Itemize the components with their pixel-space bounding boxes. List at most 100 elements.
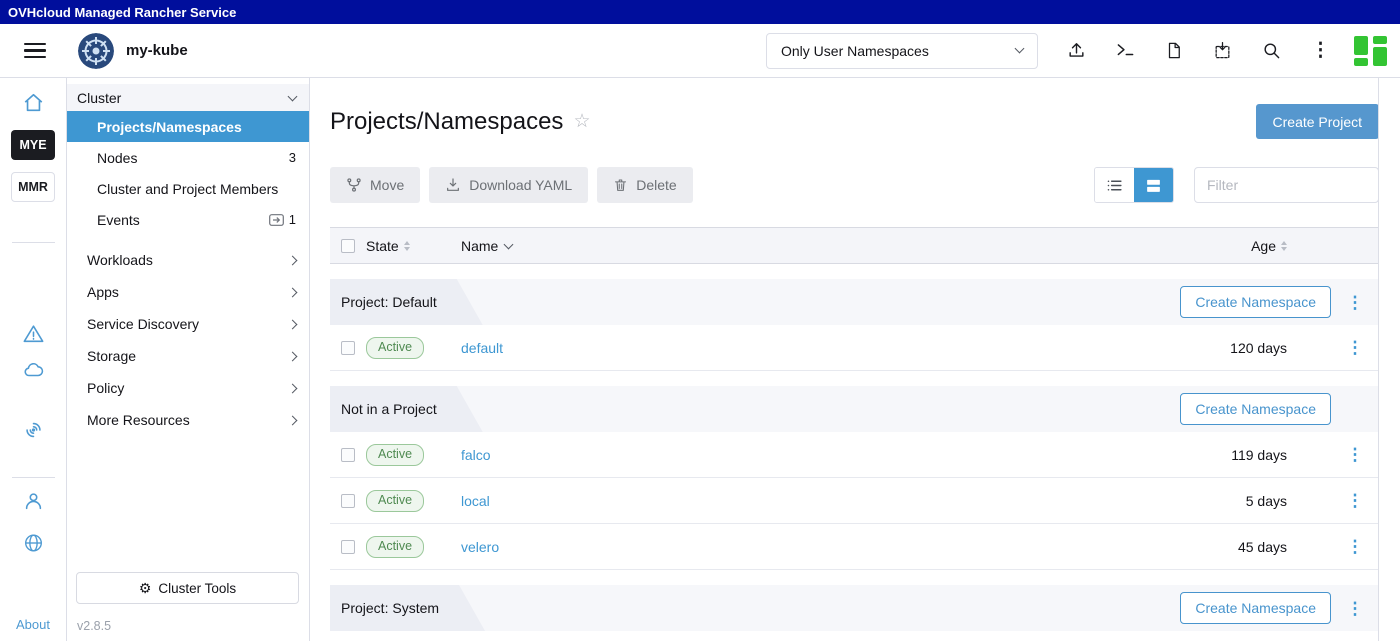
import-yaml-icon[interactable] (1213, 41, 1232, 60)
favorite-star-icon[interactable]: ☆ (573, 110, 590, 133)
home-icon[interactable] (22, 92, 45, 114)
sidebar-item-events[interactable]: Events 1 (67, 204, 309, 235)
group-row: Project: System Create Namespace ⋮ (330, 585, 1379, 631)
status-badge: Active (366, 444, 424, 466)
namespace-link[interactable]: local (461, 493, 490, 509)
cloud-icon[interactable] (22, 359, 45, 381)
file-icon[interactable] (1165, 41, 1183, 60)
group-kebab-menu-icon[interactable]: ⋮ (1347, 294, 1364, 311)
about-link[interactable]: About (0, 617, 66, 632)
header-kebab-menu-icon[interactable]: ⋮ (1311, 41, 1330, 60)
row-checkbox[interactable] (341, 341, 355, 355)
user-icon[interactable] (22, 490, 45, 512)
scrollbar-track[interactable] (1378, 78, 1379, 641)
cluster-shortcut-mmr[interactable]: MMR (11, 172, 55, 202)
sidebar-item-service-discovery[interactable]: Service Discovery (67, 308, 309, 340)
main-menu-icon[interactable] (24, 43, 46, 59)
namespace-link[interactable]: velero (461, 539, 499, 555)
filter-input[interactable] (1194, 167, 1379, 203)
table-header: State Name Age (330, 227, 1379, 264)
group-tab: Project: Default (330, 279, 483, 325)
create-namespace-button[interactable]: Create Namespace (1180, 286, 1331, 318)
chevron-right-icon (288, 415, 298, 425)
row-kebab-menu-icon[interactable]: ⋮ (1347, 538, 1364, 555)
search-icon[interactable] (1262, 41, 1281, 60)
cluster-tools-button[interactable]: ⚙ Cluster Tools (76, 572, 299, 604)
list-view-icon (1106, 177, 1123, 194)
alert-icon[interactable] (22, 323, 45, 345)
sidebar-item-nodes[interactable]: Nodes 3 (67, 142, 309, 173)
status-badge: Active (366, 490, 424, 512)
name-column-label: Name (461, 238, 498, 254)
table-group-default: Project: Default Create Namespace ⋮ Acti… (330, 279, 1379, 371)
group-kebab-menu-icon[interactable]: ⋮ (1347, 600, 1364, 617)
grouped-view-button[interactable] (1134, 168, 1173, 202)
sidebar-item-apps[interactable]: Apps (67, 276, 309, 308)
sort-icon (1281, 241, 1287, 251)
age-value: 119 days (1181, 447, 1331, 463)
status-badge: Active (366, 337, 424, 359)
sidebar-item-workloads[interactable]: Workloads (67, 244, 309, 276)
group-label: Project: System (341, 600, 439, 616)
table-row-velero[interactable]: Active velero 45 days ⋮ (330, 524, 1379, 570)
delete-button[interactable]: Delete (597, 167, 692, 203)
namespace-filter-select[interactable]: Only User Namespaces (766, 33, 1038, 69)
sidebar-item-cluster-project-members[interactable]: Cluster and Project Members (67, 173, 309, 204)
group-row: Not in a Project Create Namespace (330, 386, 1379, 432)
sort-icon (404, 241, 410, 251)
create-namespace-button[interactable]: Create Namespace (1180, 393, 1331, 425)
globe-icon[interactable] (22, 532, 45, 554)
row-checkbox[interactable] (341, 494, 355, 508)
table-row-default[interactable]: Active default 120 days ⋮ (330, 325, 1379, 371)
move-icon (346, 177, 362, 193)
sidebar-item-projects-namespaces[interactable]: Projects/Namespaces (67, 111, 309, 142)
delete-label: Delete (636, 177, 676, 193)
chevron-down-icon (288, 91, 298, 101)
upload-icon[interactable] (1067, 41, 1086, 60)
namespace-link[interactable]: falco (461, 447, 491, 463)
cluster-logo-icon (78, 33, 114, 69)
table-row-local[interactable]: Active local 5 days ⋮ (330, 478, 1379, 524)
move-button[interactable]: Move (330, 167, 420, 203)
chevron-right-icon (288, 319, 298, 329)
kubectl-shell-icon[interactable] (1116, 41, 1135, 60)
brand-logo[interactable] (1352, 34, 1390, 68)
nav-section-cluster[interactable]: Cluster (67, 84, 309, 111)
nodes-count-badge: 3 (289, 150, 296, 165)
download-yaml-button[interactable]: Download YAML (429, 167, 588, 203)
row-kebab-menu-icon[interactable]: ⋮ (1347, 492, 1364, 509)
row-kebab-menu-icon[interactable]: ⋮ (1347, 446, 1364, 463)
column-header-age[interactable]: Age (1181, 238, 1331, 254)
group-label: Not in a Project (341, 401, 437, 417)
age-value: 45 days (1181, 539, 1331, 555)
sidebar-item-storage[interactable]: Storage (67, 340, 309, 372)
table-group-system: Project: System Create Namespace ⋮ (330, 585, 1379, 631)
chevron-right-icon (288, 351, 298, 361)
grouped-view-icon (1145, 177, 1162, 194)
table-group-not-in-project: Not in a Project Create Namespace Active… (330, 386, 1379, 570)
bulk-actions-toolbar: Move Download YAML Delete (330, 167, 1379, 203)
namespace-link[interactable]: default (461, 340, 503, 356)
column-header-name[interactable]: Name (461, 238, 1181, 254)
list-view-button[interactable] (1095, 168, 1134, 202)
rancher-version: v2.8.5 (77, 619, 111, 633)
sidebar-item-label: Nodes (97, 150, 137, 166)
sidebar-item-policy[interactable]: Policy (67, 372, 309, 404)
age-value: 5 days (1181, 493, 1331, 509)
create-namespace-button[interactable]: Create Namespace (1180, 592, 1331, 624)
table-row-falco[interactable]: Active falco 119 days ⋮ (330, 432, 1379, 478)
group-row: Project: Default Create Namespace ⋮ (330, 279, 1379, 325)
row-checkbox[interactable] (341, 448, 355, 462)
fleet-icon[interactable] (22, 419, 45, 441)
row-checkbox[interactable] (341, 540, 355, 554)
trash-icon (613, 177, 628, 193)
cluster-shortcut-mye[interactable]: MYE (11, 130, 55, 160)
cluster-nav: Cluster Projects/Namespaces Nodes 3 Clus… (67, 78, 310, 641)
row-kebab-menu-icon[interactable]: ⋮ (1347, 339, 1364, 356)
sidebar-item-more-resources[interactable]: More Resources (67, 404, 309, 436)
namespaces-table: State Name Age Project: Default (330, 227, 1379, 631)
column-header-state[interactable]: State (366, 238, 461, 254)
create-project-button[interactable]: Create Project (1256, 104, 1379, 139)
select-all-checkbox[interactable] (341, 239, 355, 253)
chevron-right-icon (288, 287, 298, 297)
